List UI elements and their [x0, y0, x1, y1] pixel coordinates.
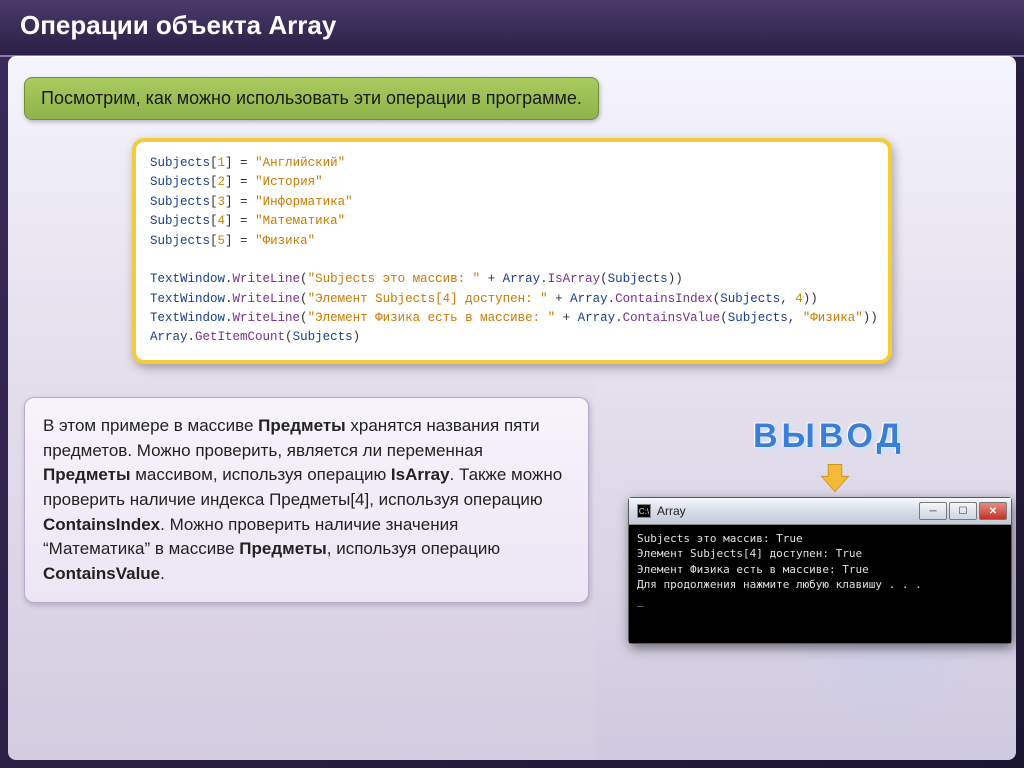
minimize-button[interactable]: ─ — [919, 502, 947, 520]
slide-title: Операции объекта Array — [0, 0, 1024, 57]
arrow-down-icon — [818, 461, 852, 495]
intro-box: Посмотрим, как можно использовать эти оп… — [24, 77, 599, 120]
console-output: Subjects это массив: True Элемент Subjec… — [629, 525, 1011, 643]
output-label: ВЫВОД — [753, 417, 905, 456]
code-block: Subjects[1] = "Английский"Subjects[2] = … — [132, 138, 892, 364]
console-window: C:\ Array ─ ☐ ✕ Subjects это массив: Tru… — [628, 497, 1012, 644]
description-box: В этом примере в массиве Предметы хранят… — [24, 397, 589, 603]
console-titlebar: C:\ Array ─ ☐ ✕ — [629, 498, 1011, 525]
console-title: Array — [657, 504, 686, 518]
slide-body: Посмотрим, как можно использовать эти оп… — [8, 56, 1016, 760]
close-button[interactable]: ✕ — [979, 502, 1007, 520]
console-icon: C:\ — [637, 504, 651, 518]
maximize-button[interactable]: ☐ — [949, 502, 977, 520]
